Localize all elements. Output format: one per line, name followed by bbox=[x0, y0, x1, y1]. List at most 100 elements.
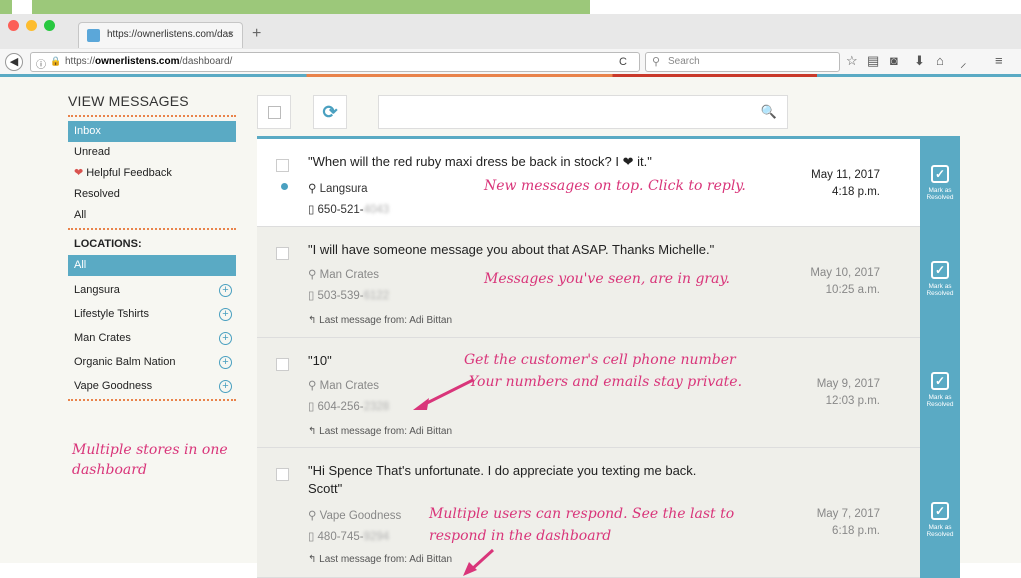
check-icon: ✓ bbox=[931, 165, 949, 183]
date-text: May 10, 2017 bbox=[810, 267, 880, 279]
location-item-man-crates[interactable]: Man Crates + bbox=[68, 328, 236, 349]
message-checkbox[interactable] bbox=[276, 159, 289, 172]
message-row[interactable]: "Hi Spence That's unfortunate. I do appr… bbox=[257, 448, 960, 578]
favicon-icon bbox=[87, 29, 100, 42]
add-location-icon[interactable]: + bbox=[219, 380, 232, 393]
add-location-icon[interactable]: + bbox=[219, 308, 232, 321]
phone-icon: ▯ bbox=[308, 401, 318, 413]
message-row[interactable]: "I will have someone message you about t… bbox=[257, 227, 960, 338]
time-text: 4:18 p.m. bbox=[832, 186, 880, 198]
message-phone: ▯ 604-256-2328 bbox=[308, 399, 389, 413]
message-text[interactable]: "When will the red ruby maxi dress be ba… bbox=[308, 153, 652, 171]
sidebar-item-helpful-feedback[interactable]: ❤ Helpful Feedback bbox=[68, 163, 236, 184]
mark-resolved-button[interactable]: ✓ Mark as Resolved bbox=[920, 139, 960, 227]
lock-icon: 🔒 bbox=[50, 56, 62, 66]
download-icon[interactable]: ⬇ bbox=[914, 53, 925, 69]
extension-icon[interactable]: ⸝ bbox=[960, 53, 967, 71]
search-placeholder: Search bbox=[668, 56, 700, 67]
close-tab-icon[interactable]: × bbox=[228, 29, 234, 40]
phone-visible: 480-745- bbox=[317, 531, 364, 543]
location-item-all[interactable]: All bbox=[68, 255, 236, 276]
message-text[interactable]: "I will have someone message you about t… bbox=[308, 241, 714, 259]
home-icon[interactable]: ⌂ bbox=[936, 53, 944, 68]
back-arrow-icon[interactable]: ◀ bbox=[5, 53, 23, 71]
last-message-from: ↰ Last message from: Adi Bittan bbox=[308, 554, 452, 565]
location-item-organic-balm-nation[interactable]: Organic Balm Nation + bbox=[68, 352, 236, 373]
info-icon[interactable]: ⓘ bbox=[36, 56, 46, 71]
message-checkbox[interactable] bbox=[276, 358, 289, 371]
last-message-text: Last message from: Adi Bittan bbox=[319, 315, 453, 326]
message-location: ⚲ Langsura bbox=[308, 181, 368, 195]
message-row[interactable]: "10" ⚲ Man Crates ▯ 604-256-2328 ↰ Last … bbox=[257, 338, 960, 448]
select-all-checkbox[interactable] bbox=[257, 95, 291, 129]
reply-arrow-icon: ↰ bbox=[308, 554, 320, 565]
mark-resolved-button[interactable]: ✓ Mark as Resolved bbox=[920, 338, 960, 448]
message-location: ⚲ Man Crates bbox=[308, 267, 379, 281]
phone-icon: ▯ bbox=[308, 531, 318, 543]
mark-resolved-button[interactable]: ✓ Mark as Resolved bbox=[920, 448, 960, 578]
location-name: Man Crates bbox=[319, 269, 380, 281]
view-messages-title: VIEW MESSAGES bbox=[68, 93, 189, 109]
add-location-icon[interactable]: + bbox=[219, 356, 232, 369]
location-label: Lifestyle Tshirts bbox=[74, 308, 149, 320]
location-name: Langsura bbox=[319, 183, 368, 195]
bookmark-star-icon[interactable]: ☆ bbox=[846, 53, 858, 69]
location-item-vape-goodness[interactable]: Vape Goodness + bbox=[68, 376, 236, 397]
sidebar-item-inbox[interactable]: Inbox bbox=[68, 121, 236, 142]
last-message-from: ↰ Last message from: Adi Bittan bbox=[308, 315, 452, 326]
message-checkbox[interactable] bbox=[276, 468, 289, 481]
check-icon: ✓ bbox=[931, 502, 949, 520]
tab-title: https://ownerlistens.com/das bbox=[107, 29, 234, 40]
phone-icon: ▯ bbox=[308, 290, 318, 302]
minimize-window-button[interactable] bbox=[26, 20, 37, 31]
divider bbox=[68, 228, 236, 230]
pocket-icon[interactable]: ◙ bbox=[890, 53, 898, 68]
phone-visible: 604-256- bbox=[317, 401, 364, 413]
check-icon: ✓ bbox=[931, 372, 949, 390]
message-date: May 9, 2017 12:03 p.m. bbox=[817, 376, 880, 410]
last-message-text: Last message from: Adi Bittan bbox=[319, 554, 453, 565]
arrow-annotation-icon bbox=[463, 548, 495, 576]
location-item-lifestyle-tshirts[interactable]: Lifestyle Tshirts + bbox=[68, 304, 236, 325]
annotation-phone-number: Get the customer's cell phone number bbox=[464, 352, 736, 368]
sidebar-item-all[interactable]: All bbox=[68, 205, 236, 226]
message-row[interactable]: "When will the red ruby maxi dress be ba… bbox=[257, 139, 960, 227]
message-date: May 10, 2017 10:25 a.m. bbox=[810, 265, 880, 299]
location-item-langsura[interactable]: Langsura + bbox=[68, 280, 236, 301]
last-message-text: Last message from: Adi Bittan bbox=[319, 426, 453, 437]
reading-list-icon[interactable]: ▤ bbox=[867, 53, 879, 69]
message-text[interactable]: "Hi Spence That's unfortunate. I do appr… bbox=[308, 462, 696, 498]
sidebar-item-resolved[interactable]: Resolved bbox=[68, 184, 236, 205]
annotation-seen-messages: Messages you've seen, are in gray. bbox=[484, 271, 730, 287]
date-text: May 7, 2017 bbox=[816, 508, 880, 520]
browser-tab[interactable]: https://ownerlistens.com/das × bbox=[78, 22, 243, 48]
message-text[interactable]: "10" bbox=[308, 352, 332, 370]
message-phone: ▯ 650-521-4043 bbox=[308, 202, 389, 216]
last-message-from: ↰ Last message from: Adi Bittan bbox=[308, 426, 452, 437]
reload-icon[interactable]: C bbox=[619, 56, 627, 68]
nav-toolbar: ◀ ⓘ 🔒 https://ownerlistens.com/dashboard… bbox=[0, 49, 1021, 74]
check-icon: ✓ bbox=[931, 261, 949, 279]
location-pin-icon: ⚲ bbox=[308, 183, 320, 195]
time-text: 12:03 p.m. bbox=[825, 395, 880, 407]
location-name: Man Crates bbox=[319, 380, 380, 392]
refresh-icon[interactable]: ⟳ bbox=[313, 95, 347, 129]
browser-search-input[interactable]: ⚲ Search bbox=[645, 52, 840, 72]
phone-hidden: 9294 bbox=[363, 531, 390, 543]
banner-notch bbox=[12, 0, 32, 14]
add-location-icon[interactable]: + bbox=[219, 332, 232, 345]
message-phone: ▯ 503-539-6122 bbox=[308, 288, 389, 302]
sidebar-item-unread[interactable]: Unread bbox=[68, 142, 236, 163]
search-icon: 🔍 bbox=[760, 104, 777, 119]
close-window-button[interactable] bbox=[8, 20, 19, 31]
divider bbox=[68, 115, 236, 117]
message-search-input[interactable]: 🔍 bbox=[378, 95, 788, 129]
new-tab-button[interactable]: + bbox=[252, 25, 261, 43]
mark-resolved-button[interactable]: ✓ Mark as Resolved bbox=[920, 227, 960, 338]
divider bbox=[68, 399, 236, 401]
maximize-window-button[interactable] bbox=[44, 20, 55, 31]
url-bar[interactable]: ⓘ 🔒 https://ownerlistens.com/dashboard/ … bbox=[30, 52, 640, 72]
add-location-icon[interactable]: + bbox=[219, 284, 232, 297]
message-checkbox[interactable] bbox=[276, 247, 289, 260]
menu-icon[interactable]: ≡ bbox=[995, 53, 1003, 68]
